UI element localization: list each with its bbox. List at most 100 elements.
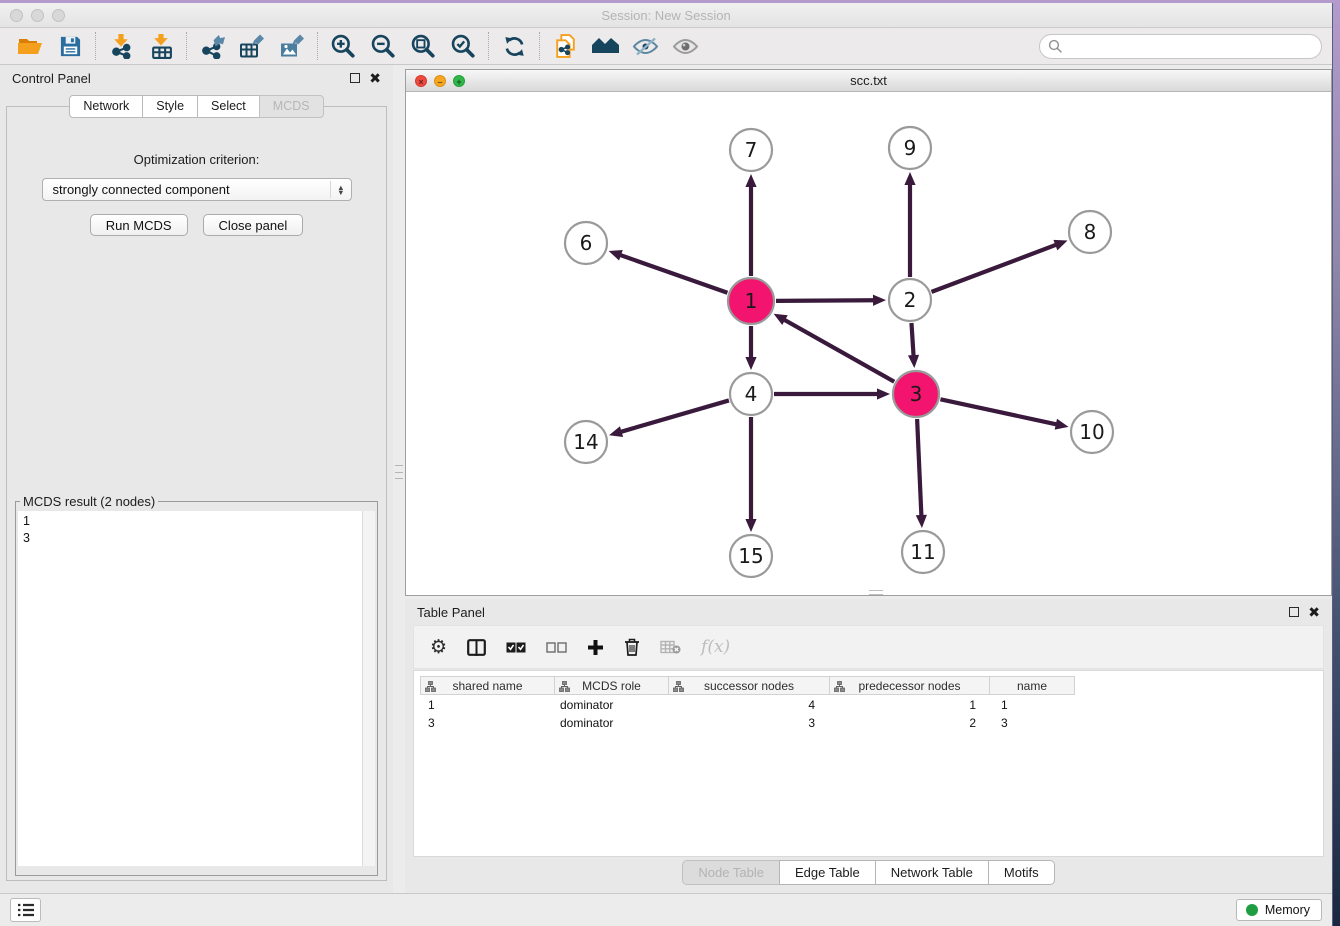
table-cell[interactable]: 3 <box>670 716 832 730</box>
save-session-button[interactable] <box>50 31 90 61</box>
graph-node-10[interactable]: 10 <box>1071 411 1113 453</box>
delete-column-button[interactable] <box>624 638 640 656</box>
column-header-mcds-role[interactable]: MCDS role <box>554 676 669 695</box>
table-cell[interactable]: 4 <box>670 698 832 712</box>
run-mcds-button[interactable]: Run MCDS <box>90 214 188 236</box>
table-cell[interactable]: 1 <box>420 698 555 712</box>
graph-node-4[interactable]: 4 <box>730 373 772 415</box>
graph-edge-3-10[interactable] <box>940 399 1056 424</box>
float-panel-icon[interactable] <box>350 73 360 83</box>
tab-node-table[interactable]: Node Table <box>682 860 780 885</box>
svg-text:11: 11 <box>910 540 935 564</box>
table-cell[interactable]: 3 <box>993 716 1079 730</box>
network-canvas[interactable]: 7 9 6 8 1 2 4 3 14 10 15 11 <box>406 92 1331 595</box>
graph-node-3[interactable]: 3 <box>893 371 939 417</box>
open-folder-icon <box>17 34 43 58</box>
mcds-result-item[interactable]: 3 <box>23 530 362 547</box>
table-cell[interactable]: dominator <box>555 698 670 712</box>
graph-edge-3-11[interactable] <box>917 419 921 516</box>
zoom-in-button[interactable] <box>323 31 363 61</box>
graph-edge-1-2[interactable] <box>776 300 874 301</box>
refresh-button[interactable] <box>494 31 534 61</box>
graph-node-7[interactable]: 7 <box>730 129 772 171</box>
mcds-result-group: MCDS result (2 nodes) 13 <box>15 494 378 876</box>
tab-select[interactable]: Select <box>197 95 260 118</box>
graph-node-15[interactable]: 15 <box>730 535 772 577</box>
column-header-predecessor-nodes[interactable]: predecessor nodes <box>829 676 990 695</box>
mcds-result-item[interactable]: 1 <box>23 513 362 530</box>
svg-text:14: 14 <box>573 430 598 454</box>
mcds-result-list[interactable]: 13 <box>18 511 362 866</box>
graph-edge-1-6[interactable] <box>620 255 727 293</box>
graph-edge-2-3[interactable] <box>911 323 913 356</box>
network-window: × – + scc.txt 7968124314101511 <box>405 69 1332 596</box>
window-title: Session: New Session <box>0 8 1332 23</box>
toolbar-separator <box>186 32 187 60</box>
tab-style[interactable]: Style <box>142 95 198 118</box>
panel-splitter[interactable] <box>393 65 405 893</box>
add-column-button[interactable] <box>587 639 604 656</box>
graph-node-6[interactable]: 6 <box>565 222 607 264</box>
graph-edge-4-14[interactable] <box>621 400 729 432</box>
split-panel-button[interactable] <box>467 639 486 656</box>
table-cell[interactable]: 2 <box>832 716 993 730</box>
criterion-dropdown[interactable]: strongly connected component ▲▼ <box>42 178 352 201</box>
graph-edge-arrow-icon <box>609 426 623 437</box>
export-network-button[interactable] <box>192 31 232 61</box>
open-session-button[interactable] <box>10 31 50 61</box>
close-panel-button[interactable]: Close panel <box>203 214 304 236</box>
graph-node-2[interactable]: 2 <box>889 279 931 321</box>
table-cell[interactable]: dominator <box>555 716 670 730</box>
import-table-button[interactable] <box>141 31 181 61</box>
tab-network-table[interactable]: Network Table <box>875 860 989 885</box>
function-builder-button[interactable]: f(x) <box>701 637 730 657</box>
table-row[interactable]: 1dominator411 <box>420 697 1323 713</box>
graph-edge-3-1[interactable] <box>784 320 894 382</box>
checked-boxes-icon <box>506 642 526 653</box>
export-table-button[interactable] <box>232 31 272 61</box>
network-resize-grip-icon[interactable] <box>869 590 883 595</box>
clone-network-button[interactable] <box>545 31 585 61</box>
toolbar-separator <box>95 32 96 60</box>
zoom-selected-button[interactable] <box>443 31 483 61</box>
table-cell[interactable]: 1 <box>832 698 993 712</box>
memory-button[interactable]: Memory <box>1236 899 1322 921</box>
export-image-button[interactable] <box>272 31 312 61</box>
result-scrollbar[interactable] <box>362 511 375 866</box>
search-input[interactable] <box>1039 34 1322 59</box>
table-cell[interactable]: 1 <box>993 698 1079 712</box>
home-button[interactable] <box>585 31 625 61</box>
column-header-successor-nodes[interactable]: successor nodes <box>668 676 830 695</box>
hide-selected-button[interactable] <box>625 31 665 61</box>
select-all-columns-button[interactable] <box>506 642 526 653</box>
table-cell[interactable]: 3 <box>420 716 555 730</box>
tab-mcds[interactable]: MCDS <box>259 95 324 118</box>
import-network-button[interactable] <box>101 31 141 61</box>
delete-table-button[interactable] <box>660 640 681 654</box>
tab-motifs[interactable]: Motifs <box>988 860 1055 885</box>
zoom-out-button[interactable] <box>363 31 403 61</box>
main-toolbar <box>0 28 1332 65</box>
task-history-button[interactable] <box>10 898 41 922</box>
graph-node-8[interactable]: 8 <box>1069 211 1111 253</box>
table-settings-button[interactable]: ⚙ <box>430 638 447 657</box>
unselect-all-columns-button[interactable] <box>546 642 567 653</box>
zoom-fit-button[interactable] <box>403 31 443 61</box>
graph-node-9[interactable]: 9 <box>889 127 931 169</box>
table-row[interactable]: 3dominator323 <box>420 715 1323 731</box>
graph-node-14[interactable]: 14 <box>565 421 607 463</box>
table-body: 1dominator4113dominator323 <box>420 697 1323 731</box>
application-window: Session: New Session <box>0 3 1333 926</box>
show-all-button[interactable] <box>665 31 705 61</box>
graph-node-11[interactable]: 11 <box>902 531 944 573</box>
float-table-panel-icon[interactable] <box>1289 607 1299 617</box>
close-table-panel-icon[interactable]: ✖ <box>1308 607 1320 617</box>
graph-edge-2-8[interactable] <box>932 245 1057 292</box>
column-tree-icon <box>559 681 570 692</box>
tab-network[interactable]: Network <box>69 95 143 118</box>
graph-node-1[interactable]: 1 <box>728 278 774 324</box>
close-panel-icon[interactable]: ✖ <box>369 73 381 83</box>
column-header-shared-name[interactable]: shared name <box>420 676 555 695</box>
column-header-name[interactable]: name <box>989 676 1075 695</box>
tab-edge-table[interactable]: Edge Table <box>779 860 876 885</box>
